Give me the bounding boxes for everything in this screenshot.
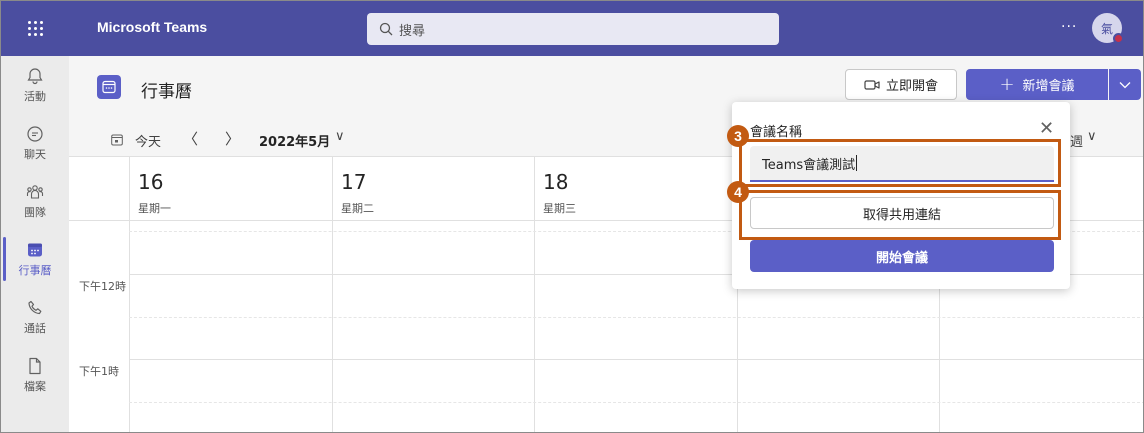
active-indicator <box>3 237 6 281</box>
app-title: Microsoft Teams <box>97 19 208 35</box>
rail-item-activity[interactable]: 活動 <box>1 56 69 114</box>
month-selector[interactable]: 2022年5月 <box>259 131 330 150</box>
phone-icon <box>28 300 42 315</box>
day-number: 18 <box>543 170 569 194</box>
time-label: 下午1時 <box>79 365 119 378</box>
plus-icon: + <box>999 74 1015 95</box>
today-button[interactable]: 今天 <box>135 131 161 150</box>
step-highlight-box <box>739 139 1061 187</box>
bell-icon <box>27 68 43 85</box>
half-hour-line <box>129 402 1143 403</box>
rail-item-label: 聊天 <box>24 148 46 161</box>
page-title: 行事曆 <box>141 82 192 102</box>
calendar-icon <box>28 243 42 257</box>
rail-item-teams[interactable]: 團隊 <box>1 172 69 230</box>
app-rail: 活動 聊天 團隊 行事曆 通話 檔案 <box>1 56 69 432</box>
rail-item-label: 通話 <box>24 322 46 335</box>
view-selector[interactable]: 週 <box>1070 131 1083 150</box>
day-name: 星期一 <box>138 202 171 215</box>
rail-item-chat[interactable]: 聊天 <box>1 114 69 172</box>
search-placeholder: 搜尋 <box>399 23 426 39</box>
rail-item-files[interactable]: 檔案 <box>1 346 69 404</box>
day-name: 星期三 <box>543 202 576 215</box>
today-icon <box>111 134 123 146</box>
rail-item-calls[interactable]: 通話 <box>1 288 69 346</box>
day-name: 星期二 <box>341 202 374 215</box>
more-options-button[interactable]: ··· <box>1061 19 1077 35</box>
meet-now-button[interactable]: 立即開會 <box>845 69 957 100</box>
chevron-down-icon[interactable]: ∨ <box>335 129 345 144</box>
day-header[interactable]: 18 星期三 <box>534 157 737 221</box>
rail-item-label: 團隊 <box>24 206 46 219</box>
chevron-down-icon[interactable]: ∨ <box>1087 129 1097 144</box>
new-meeting-label: 新增會議 <box>1022 79 1075 94</box>
day-header[interactable]: 16 星期一 <box>129 157 332 221</box>
step-badge: 4 <box>727 181 749 203</box>
step-highlight-box <box>739 190 1061 240</box>
day-number: 17 <box>341 170 367 194</box>
chevron-left-icon[interactable]: 〈 <box>183 128 198 149</box>
waffle-icon <box>27 21 43 36</box>
rail-item-label: 活動 <box>24 90 46 103</box>
chat-icon <box>27 126 43 142</box>
teams-icon <box>26 185 44 199</box>
chevron-right-icon[interactable]: 〉 <box>225 128 240 149</box>
search-box[interactable]: 搜尋 <box>367 13 779 45</box>
new-meeting-dropdown-button[interactable] <box>1109 69 1141 100</box>
step-badge: 3 <box>727 125 749 147</box>
day-number: 16 <box>138 170 164 194</box>
app-launcher-button[interactable] <box>1 1 69 56</box>
rail-item-calendar[interactable]: 行事曆 <box>1 230 69 288</box>
teams-window: Microsoft Teams 搜尋 ··· 氣 活動 聊天 團隊 行事曆 通話… <box>0 0 1144 433</box>
top-bar: Microsoft Teams 搜尋 ··· 氣 <box>1 1 1143 56</box>
presence-status-icon <box>1113 33 1124 44</box>
chevron-down-icon <box>1119 81 1131 88</box>
time-label: 下午12時 <box>79 280 126 293</box>
day-header[interactable]: 17 星期二 <box>332 157 534 221</box>
half-hour-line <box>129 317 1143 318</box>
rail-item-label: 檔案 <box>24 380 46 393</box>
meet-now-label: 立即開會 <box>885 79 938 94</box>
close-icon[interactable]: ✕ <box>1039 118 1054 139</box>
search-icon <box>379 22 393 36</box>
divider <box>69 220 129 221</box>
rail-item-label: 行事曆 <box>18 264 52 277</box>
hour-line <box>129 359 1143 360</box>
calendar-app-icon <box>97 75 121 99</box>
new-meeting-button[interactable]: + 新增會議 <box>966 69 1108 100</box>
file-icon <box>29 357 41 375</box>
start-meeting-button[interactable]: 開始會議 <box>750 240 1054 272</box>
meeting-name-label: 會議名稱 <box>750 125 803 140</box>
video-camera-icon <box>864 79 880 90</box>
